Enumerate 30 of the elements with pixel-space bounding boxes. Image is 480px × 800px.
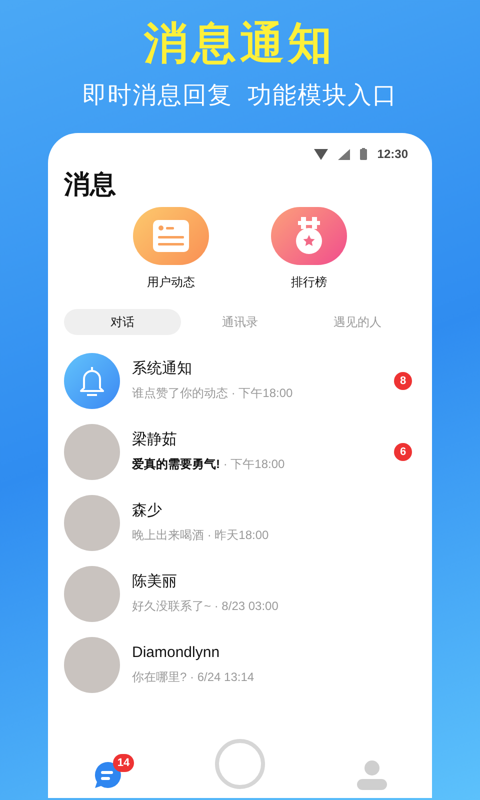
subtitle: 即时消息回复 功能模块入口 (82, 84, 398, 108)
contact-name: 森少 (132, 502, 163, 520)
document-icon (153, 220, 189, 252)
signal-icon (338, 148, 350, 160)
shortcut-label: 排行榜 (291, 274, 327, 291)
tab[interactable]: 遇见的人 (298, 309, 416, 335)
message-preview: 你在哪里? · 6/24 13:14 (132, 668, 256, 686)
wifi-icon (314, 148, 328, 160)
contact-name: Diamondlynn (132, 644, 221, 662)
message-preview: 谁点赞了你的动态 · 下午18:00 (132, 384, 294, 402)
contact-name: 系统通知 (132, 360, 193, 378)
medal-icon (293, 217, 325, 255)
contact-name: 陈美丽 (132, 572, 178, 590)
message-preview: 爱真的需要勇气! · 下午18:00 (132, 456, 286, 472)
shortcut-label: 用户动态 (147, 274, 195, 291)
message-preview: 晚上出来喝酒 · 昨天18:00 (132, 526, 270, 544)
bell-icon (78, 366, 106, 396)
status-time: 12:30 (377, 146, 408, 163)
person-icon (356, 760, 387, 790)
unread-badge: 8 (394, 372, 412, 390)
unread-badge: 6 (394, 442, 412, 460)
page-title: 消息 (64, 171, 117, 197)
contact-name: 梁静茹 (132, 430, 178, 448)
unread-badge: 14 (113, 754, 134, 772)
battery-icon (360, 148, 368, 160)
ring-icon (214, 738, 266, 790)
message-preview: 好久没联系了~ · 8/23 03:00 (132, 598, 280, 614)
tab[interactable]: 对话 (64, 309, 182, 335)
tab[interactable]: 通讯录 (181, 309, 299, 335)
headline: 消息通知 (142, 22, 337, 66)
